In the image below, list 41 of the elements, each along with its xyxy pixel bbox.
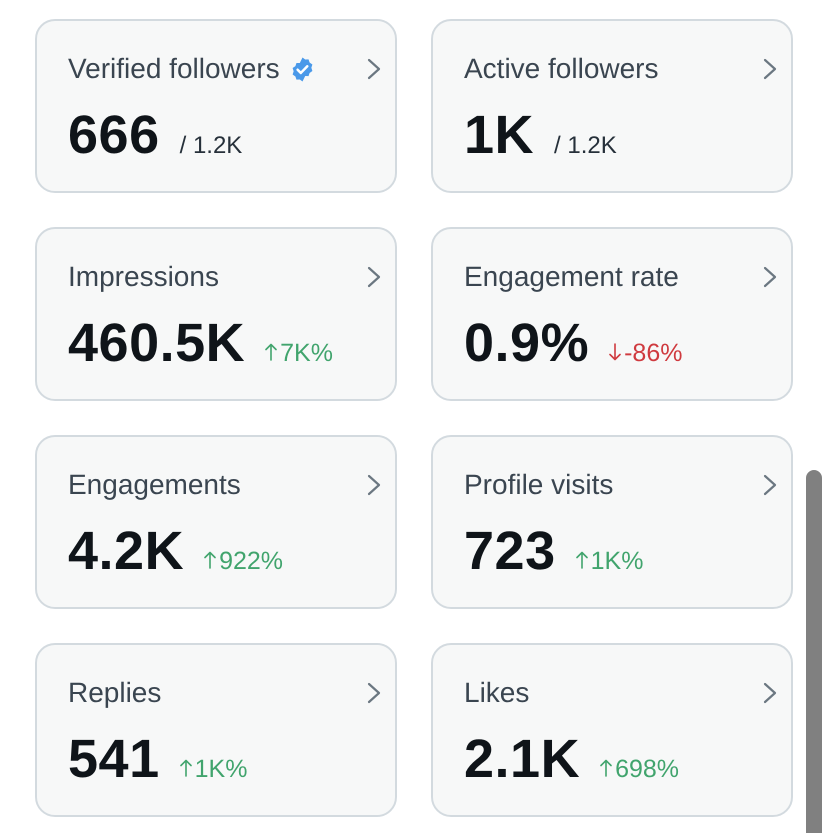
change-percent: 922%: [219, 546, 284, 577]
total-count: / 1.2K: [554, 131, 617, 161]
metric-title: Likes: [464, 676, 530, 710]
total-count: / 1.2K: [180, 131, 242, 161]
chevron-right-icon: [763, 58, 777, 80]
metric-card[interactable]: Engagement rate 0.9% -86%: [431, 227, 793, 401]
chevron-right-icon: [367, 58, 381, 80]
change-percent: 1K%: [590, 546, 644, 577]
metric-card[interactable]: Verified followers 666 / 1.2K: [35, 19, 397, 193]
metric-value: 666: [68, 104, 160, 166]
metric-card[interactable]: Engagements 4.2K 922%: [35, 435, 397, 609]
scrollbar-thumb[interactable]: [806, 470, 822, 833]
change-percent: 1K%: [194, 754, 248, 785]
metric-value: 541: [68, 728, 160, 790]
metric-card[interactable]: Replies 541 1K%: [35, 643, 397, 817]
metric-title: Profile visits: [464, 468, 614, 502]
metric-title: Engagements: [68, 468, 241, 502]
chevron-right-icon: [367, 266, 381, 288]
metric-card[interactable]: Impressions 460.5K 7K%: [35, 227, 397, 401]
metric-value: 4.2K: [68, 520, 184, 582]
metric-title: Active followers: [464, 52, 659, 86]
metric-value: 0.9%: [464, 312, 590, 374]
metric-title: Replies: [68, 676, 162, 710]
metric-title: Engagement rate: [464, 260, 679, 294]
chevron-right-icon: [367, 682, 381, 704]
metric-card[interactable]: Likes 2.1K 698%: [431, 643, 793, 817]
metric-title: Impressions: [68, 260, 219, 294]
metric-value: 2.1K: [464, 728, 580, 790]
metric-card[interactable]: Active followers 1K / 1.2K: [431, 19, 793, 193]
change-percent: 698%: [615, 754, 680, 785]
chevron-right-icon: [763, 682, 777, 704]
metric-value: 1K: [464, 104, 534, 166]
chevron-right-icon: [763, 266, 777, 288]
metric-value: 723: [464, 520, 556, 582]
chevron-right-icon: [367, 474, 381, 496]
chevron-right-icon: [763, 474, 777, 496]
change-percent: -86%: [624, 338, 682, 369]
change-percent: 7K%: [280, 338, 333, 369]
metric-value: 460.5K: [68, 312, 246, 374]
metric-card[interactable]: Profile visits 723 1K%: [431, 435, 793, 609]
metric-title: Verified followers: [68, 52, 280, 86]
